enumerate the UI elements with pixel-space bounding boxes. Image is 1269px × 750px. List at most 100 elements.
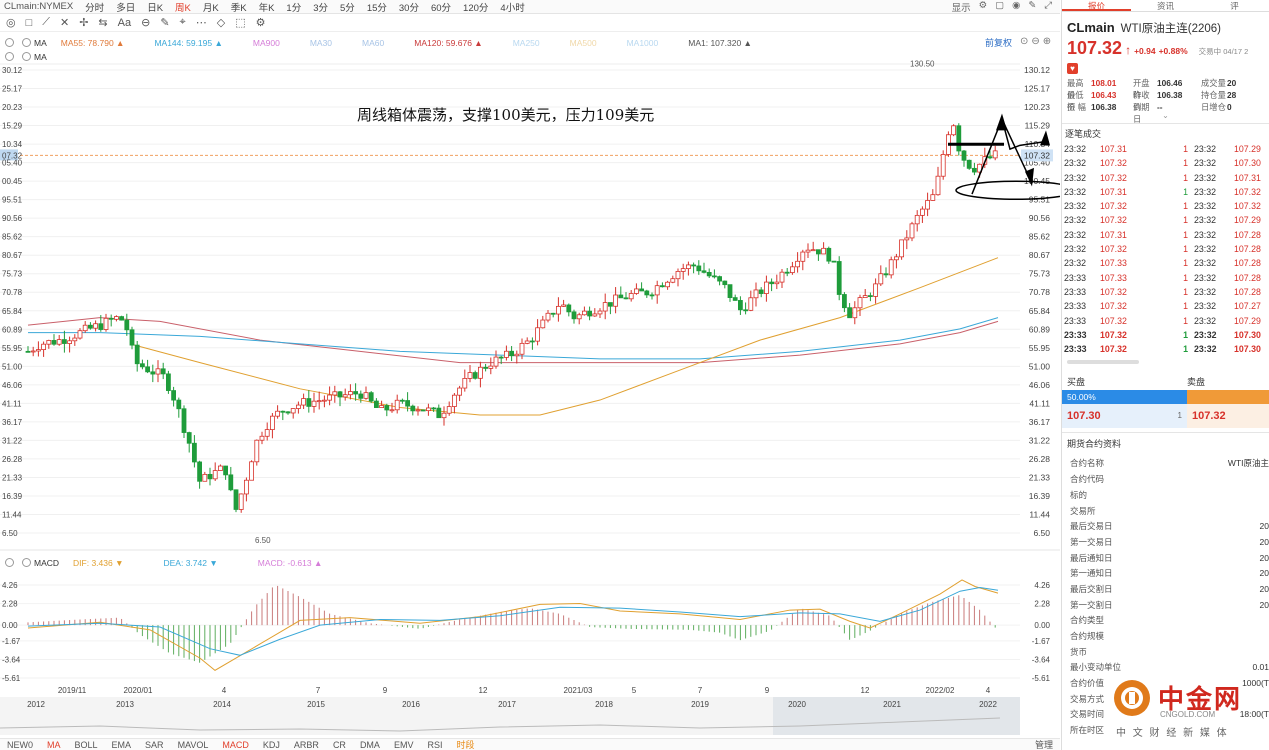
candle-body: [290, 408, 296, 414]
tick-cell: 23:32: [1064, 215, 1087, 226]
macd-tick: 0.00: [1034, 621, 1050, 630]
tab-comment[interactable]: 评: [1200, 0, 1269, 11]
indicator-arbr[interactable]: ARBR: [287, 740, 326, 750]
contract-value: [1219, 613, 1269, 629]
candle-body: [233, 489, 239, 510]
app-root: { "toolbar": { "symbol": "CLmain:NYMEX",…: [0, 0, 1269, 750]
candle-body: [223, 465, 229, 476]
tick-cell: 23:32: [1064, 144, 1087, 154]
contract-value: [1219, 629, 1269, 645]
tick-cell: 107.31: [1100, 229, 1127, 240]
stat-value: 28: [1227, 90, 1237, 100]
candle-body: [795, 260, 800, 268]
tick-cell: 1: [1183, 329, 1188, 340]
candle-body: [431, 407, 437, 410]
indicator-kdj[interactable]: KDJ: [256, 740, 287, 750]
candle-body: [951, 125, 956, 136]
contract-value: 20: [1259, 568, 1269, 579]
candle-body: [119, 316, 124, 321]
contract-row: 合约名称 WTI原油主: [1070, 456, 1269, 472]
indicator-ema[interactable]: EMA: [105, 740, 139, 750]
contract-row: 交易所: [1070, 504, 1269, 520]
year-tick: 2017: [498, 700, 516, 709]
date-tick: 2022/02: [926, 686, 955, 695]
indicator-rsi[interactable]: RSI: [420, 740, 449, 750]
candle-body: [62, 339, 67, 344]
candle-body: [295, 404, 301, 409]
indicator-cr[interactable]: CR: [326, 740, 353, 750]
indicator-new0[interactable]: NEW0: [0, 740, 40, 750]
tab-quote[interactable]: 报价: [1062, 0, 1131, 11]
stat-label: 振 幅: [1067, 102, 1086, 112]
watermark-sub: 中 文 财 经 新 媒 体: [1116, 728, 1229, 739]
candle-body: [592, 313, 598, 317]
candle-body: [129, 329, 135, 346]
indicator-ma[interactable]: MA: [40, 740, 68, 750]
candle-body: [966, 159, 972, 169]
tick-cell: 23:32: [1194, 229, 1217, 240]
tick-cell: 107.28: [1234, 229, 1261, 240]
indicator-emv[interactable]: EMV: [387, 740, 421, 750]
tick-cell: 107.31: [1100, 144, 1127, 154]
macd-tick: 4.26: [1034, 581, 1050, 590]
price-tick-left: 05.40: [2, 159, 23, 168]
contract-label: 第一交易日: [1070, 536, 1113, 547]
contract-row: 合约规模: [1070, 629, 1269, 645]
candle-body: [545, 312, 551, 321]
candle-body: [41, 343, 46, 350]
stat-value: 106.43: [1091, 90, 1117, 100]
candle-body: [972, 167, 977, 173]
price-tick: 130.12: [1024, 65, 1050, 75]
candle-body: [514, 353, 520, 357]
price-tick: 85.62: [1029, 232, 1051, 242]
quote-panel: 报价 资讯 评 CLmain WTI原油主连(2206) 107.32 ↑ +0…: [1061, 0, 1269, 750]
tick-row: 23:33 107.32 1 23:32 107.30: [1064, 328, 1269, 342]
indicator-boll[interactable]: BOLL: [68, 740, 105, 750]
candle-body: [165, 373, 171, 391]
candle-body: [207, 473, 213, 480]
stat-value: 108.01: [1091, 78, 1117, 88]
candle-body: [566, 304, 572, 313]
price-tick-left: 60.89: [2, 325, 23, 334]
candle-body: [717, 276, 722, 282]
candle-body: [436, 407, 442, 419]
price-tick: 31.22: [1029, 435, 1051, 445]
settings-icon[interactable]: [5, 558, 14, 567]
date-tick: 2021/03: [564, 686, 593, 695]
indicator-时段[interactable]: 时段: [449, 738, 481, 750]
candle-body: [582, 310, 587, 316]
candle-body: [301, 398, 307, 406]
year-tick: 2019: [691, 700, 709, 709]
candle-body: [519, 342, 525, 355]
candle-body: [618, 294, 624, 299]
contract-value: 20: [1259, 521, 1269, 532]
chevron-down-icon[interactable]: ⌄: [1062, 112, 1269, 120]
price-tick-left: 16.39: [2, 492, 23, 501]
tick-row: 23:32 107.32 1 23:32 107.30: [1064, 156, 1269, 170]
indicator-mavol[interactable]: MAVOL: [171, 740, 216, 750]
tick-cell: 107.32: [1100, 158, 1127, 169]
indicator-macd[interactable]: MACD: [215, 740, 256, 750]
tick-cell: 1: [1183, 258, 1188, 269]
scrollbar[interactable]: [1067, 360, 1139, 365]
tick-cell: 107.28: [1234, 272, 1261, 283]
price-tick: 36.17: [1029, 417, 1051, 427]
tick-cell: 107.30: [1234, 158, 1261, 169]
contract-value: [1219, 504, 1269, 520]
date-tick: 12: [479, 686, 488, 695]
close-icon[interactable]: [22, 558, 31, 567]
manage-button[interactable]: 管理: [1028, 738, 1060, 750]
date-tick: 9: [765, 686, 770, 695]
tick-cell: 107.32: [1234, 201, 1261, 212]
macd-tick: -5.61: [1032, 674, 1051, 683]
candle-body: [51, 340, 57, 345]
tick-cell: 107.32: [1100, 201, 1127, 212]
tick-cell: 23:33: [1064, 286, 1087, 297]
candle-body: [914, 214, 920, 225]
indicator-dma[interactable]: DMA: [353, 740, 387, 750]
tick-row: 23:33 107.32 1 23:32 107.28: [1064, 285, 1269, 299]
indicator-sar[interactable]: SAR: [138, 740, 171, 750]
favorite-icon[interactable]: ♥: [1067, 63, 1078, 74]
tab-news[interactable]: 资讯: [1131, 0, 1200, 11]
candle-body: [353, 391, 359, 395]
